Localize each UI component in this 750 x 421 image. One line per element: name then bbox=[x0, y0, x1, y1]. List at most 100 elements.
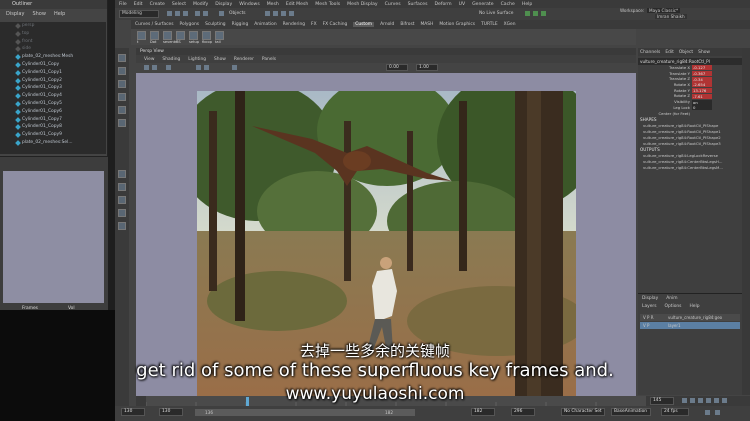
menubar-item[interactable]: Edit Mesh bbox=[286, 2, 308, 7]
shelf-tab[interactable]: Curves / Surfaces bbox=[135, 22, 174, 27]
lighting-icon[interactable] bbox=[232, 65, 237, 70]
select-mode-icon[interactable] bbox=[219, 11, 224, 16]
four-view-layout-icon[interactable] bbox=[118, 183, 126, 191]
paint-select-icon[interactable] bbox=[118, 80, 126, 88]
menubar-item[interactable]: Help bbox=[522, 2, 532, 7]
menubar-item[interactable]: Mesh Display bbox=[347, 2, 378, 7]
graph-plot-area[interactable] bbox=[3, 171, 104, 303]
menubar-item[interactable]: Windows bbox=[239, 2, 260, 7]
outliner-item[interactable]: plate_02_meshes:Sel... bbox=[0, 139, 106, 147]
side-by-side-layout-icon[interactable] bbox=[118, 196, 126, 204]
outliner-item[interactable]: side bbox=[0, 45, 106, 53]
output-node[interactable]: vulture_creature_rig84:CenterBtwLegsM... bbox=[638, 165, 742, 171]
layer-editor-menu-item[interactable]: Help bbox=[689, 304, 699, 309]
layer-editor-tab[interactable]: Anim bbox=[666, 296, 677, 301]
shelf-tab[interactable]: TURTLE bbox=[481, 22, 498, 27]
layer-row[interactable]: V P layer1 bbox=[640, 322, 740, 329]
outliner-layout-icon[interactable] bbox=[118, 222, 126, 230]
shelf-button-icon[interactable] bbox=[202, 31, 211, 40]
render-settings-icon[interactable] bbox=[541, 11, 546, 16]
camera-attributes-icon[interactable] bbox=[152, 65, 157, 70]
shelf-button-icon[interactable] bbox=[137, 31, 146, 40]
select-objects-dropdown[interactable]: Objects bbox=[229, 11, 246, 16]
outliner-item[interactable]: plate_02_meshes:Mesh bbox=[0, 53, 106, 61]
channel-row[interactable]: Center (for Feet) bbox=[638, 111, 742, 117]
layer-editor-menu-item[interactable]: Layers bbox=[642, 304, 657, 309]
menubar-item[interactable]: File bbox=[119, 2, 127, 7]
outliner-item[interactable]: Cylinder01_Copy4 bbox=[0, 92, 106, 100]
menubar-item[interactable]: Select bbox=[172, 2, 186, 7]
anim-layer-dropdown[interactable]: BaseAnimation bbox=[611, 408, 651, 416]
wireframe-icon[interactable] bbox=[196, 65, 201, 70]
shelf-tab[interactable]: Bifrost bbox=[400, 22, 414, 27]
outliner-item[interactable]: Cylinder01_Copy8 bbox=[0, 123, 106, 131]
menubar-item[interactable]: Mesh bbox=[267, 2, 279, 7]
shelf-tab[interactable]: FX Caching bbox=[323, 22, 348, 27]
shelf-tab[interactable]: Motion Graphics bbox=[439, 22, 475, 27]
end-time-field[interactable]: 296 bbox=[511, 408, 535, 416]
channel-value[interactable]: 13.176 bbox=[692, 88, 712, 94]
shelf-button-icon[interactable] bbox=[163, 31, 172, 40]
scale-tool-icon[interactable] bbox=[118, 119, 126, 127]
fps-dropdown[interactable]: 24 fps bbox=[661, 408, 689, 416]
anim-prefs-icon[interactable] bbox=[715, 410, 720, 415]
shelf-button-icon[interactable] bbox=[150, 31, 159, 40]
shelf-tab[interactable]: FX bbox=[311, 22, 317, 27]
open-scene-icon[interactable] bbox=[175, 11, 180, 16]
channel-box-tab[interactable]: Channels bbox=[640, 50, 660, 55]
menubar-item[interactable]: Edit bbox=[134, 2, 143, 7]
outliner-item[interactable]: Cylinder01_Copy6 bbox=[0, 108, 106, 116]
channel-value[interactable]: -7.61 bbox=[692, 93, 712, 99]
outliner-menu-item[interactable]: Show bbox=[32, 11, 46, 17]
shelf-button-icon[interactable] bbox=[189, 31, 198, 40]
render-icon[interactable] bbox=[525, 11, 530, 16]
shelf-tab[interactable]: Polygons bbox=[180, 22, 200, 27]
layer-row[interactable]: V P R vulture_creature_rig84:geo bbox=[640, 314, 740, 321]
range-slider[interactable]: 136 182 bbox=[195, 409, 415, 416]
channel-value[interactable]: 0 bbox=[692, 105, 712, 111]
rotate-tool-icon[interactable] bbox=[118, 106, 126, 114]
move-tool-icon[interactable] bbox=[118, 93, 126, 101]
menubar-item[interactable]: Surfaces bbox=[408, 2, 428, 7]
layer-flags[interactable]: V P bbox=[643, 322, 649, 329]
shelf-tab[interactable]: Rigging bbox=[232, 22, 249, 27]
channel-box-tab[interactable]: Object bbox=[679, 50, 693, 55]
playback-end-field[interactable]: 182 bbox=[471, 408, 495, 416]
outliner-item[interactable]: Cylinder01_Copy5 bbox=[0, 100, 106, 108]
auto-key-icon[interactable] bbox=[705, 410, 710, 415]
snap-grid-icon[interactable] bbox=[265, 11, 270, 16]
viewport-menu-item[interactable]: Shading bbox=[162, 57, 180, 62]
snap-curve-icon[interactable] bbox=[273, 11, 278, 16]
layer-editor-menu-item[interactable]: Options bbox=[665, 304, 682, 309]
ipr-render-icon[interactable] bbox=[533, 11, 538, 16]
shelf-button-icon[interactable] bbox=[215, 31, 224, 40]
menu-set-dropdown[interactable]: Modeling bbox=[119, 10, 159, 18]
channel-value[interactable]: on bbox=[692, 99, 712, 105]
menubar-item[interactable]: Curves bbox=[385, 2, 401, 7]
camera-select-icon[interactable] bbox=[144, 65, 149, 70]
shelf-tab[interactable]: MASH bbox=[421, 22, 434, 27]
playback-start-field[interactable]: 130 bbox=[159, 408, 183, 416]
menubar-item[interactable]: Create bbox=[150, 2, 165, 7]
outliner-item[interactable]: persp bbox=[0, 22, 106, 30]
viewport-menu-item[interactable]: View bbox=[144, 57, 154, 62]
persp-graph-layout-icon[interactable] bbox=[118, 209, 126, 217]
outliner-item[interactable]: top bbox=[0, 30, 106, 38]
outliner-item[interactable]: Cylinder01_Copy7 bbox=[0, 116, 106, 124]
shelf-tab[interactable]: Rendering bbox=[283, 22, 305, 27]
outliner-item[interactable]: Cylinder01_Copy1 bbox=[0, 69, 106, 77]
workspace-dropdown[interactable]: Maya Classic* bbox=[647, 8, 681, 13]
outliner-item[interactable]: front bbox=[0, 38, 106, 46]
channel-value[interactable]: -0.127 bbox=[692, 65, 712, 71]
menubar-item[interactable]: UV bbox=[459, 2, 466, 7]
outliner-item[interactable]: Cylinder01_Copy9 bbox=[0, 131, 106, 139]
lasso-tool-icon[interactable] bbox=[118, 67, 126, 75]
snap-view-icon[interactable] bbox=[289, 11, 294, 16]
start-time-field[interactable]: 130 bbox=[121, 408, 145, 416]
shelf-tab[interactable]: Sculpting bbox=[205, 22, 226, 27]
menubar-item[interactable]: Cache bbox=[501, 2, 515, 7]
viewport-menu-item[interactable]: Panels bbox=[262, 57, 276, 62]
snap-point-icon[interactable] bbox=[281, 11, 286, 16]
menubar-item[interactable]: Mesh Tools bbox=[315, 2, 340, 7]
grid-toggle-icon[interactable] bbox=[166, 65, 171, 70]
